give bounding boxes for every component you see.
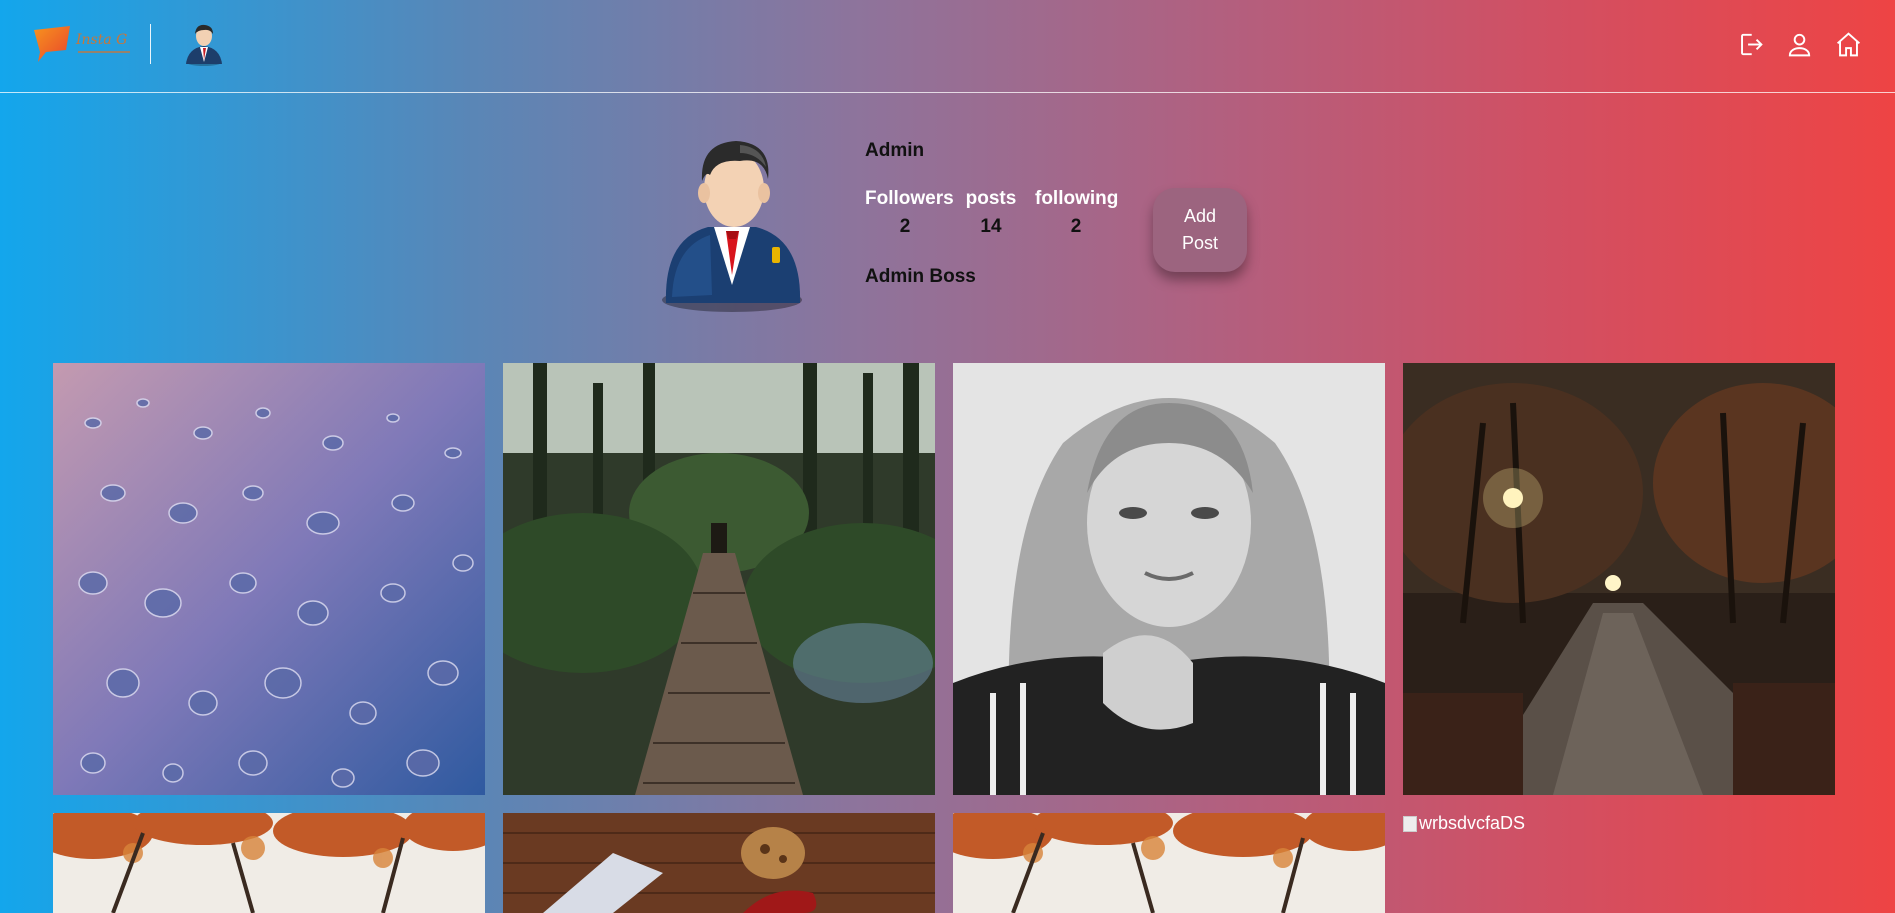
post-thumbnail[interactable] bbox=[953, 813, 1385, 913]
header-divider bbox=[150, 24, 151, 64]
portrait-image bbox=[953, 363, 1385, 795]
top-nav-bar: Insta G bbox=[0, 0, 1895, 93]
post-thumbnail[interactable] bbox=[953, 363, 1385, 795]
logo-underline bbox=[78, 51, 130, 53]
logo-wordmark: Insta G bbox=[76, 32, 128, 48]
following-label: following bbox=[1035, 188, 1119, 209]
profile-avatar bbox=[652, 135, 812, 315]
nav-icons bbox=[1736, 30, 1863, 59]
add-post-label-line1: Add bbox=[1183, 206, 1217, 226]
chat-bubble-logo-icon bbox=[34, 26, 70, 62]
posts-count: 14 bbox=[980, 216, 1002, 237]
profile-username: Admin bbox=[865, 140, 925, 161]
header-avatar[interactable] bbox=[180, 20, 226, 66]
logout-icon[interactable] bbox=[1736, 30, 1765, 59]
post-thumbnail[interactable] bbox=[53, 363, 485, 795]
post-thumbnail[interactable] bbox=[53, 813, 485, 913]
broken-post-image[interactable]: wrbsdvcfaDS bbox=[1403, 813, 1525, 834]
following-count: 2 bbox=[1070, 216, 1082, 237]
followers-label: Followers bbox=[865, 188, 954, 209]
app-logo[interactable]: Insta G bbox=[32, 24, 132, 64]
night-street-image bbox=[1403, 363, 1835, 795]
add-post-button[interactable]: Add Post bbox=[1153, 188, 1247, 272]
post-thumbnail[interactable] bbox=[1403, 363, 1835, 795]
followers-count: 2 bbox=[899, 216, 911, 237]
followers-stat[interactable]: Followers 2 bbox=[865, 188, 954, 238]
broken-image-icon bbox=[1403, 815, 1417, 832]
cookies-table-image bbox=[503, 813, 935, 913]
following-stat[interactable]: following 2 bbox=[1035, 188, 1119, 238]
water-droplets-image bbox=[53, 363, 485, 795]
home-icon[interactable] bbox=[1834, 30, 1863, 59]
user-icon[interactable] bbox=[1785, 30, 1814, 59]
forest-bridge-image bbox=[503, 363, 935, 795]
add-post-label-line2: Post bbox=[1181, 233, 1219, 253]
posts-label: posts bbox=[965, 188, 1017, 209]
post-thumbnail[interactable] bbox=[503, 363, 935, 795]
post-thumbnail[interactable] bbox=[503, 813, 935, 913]
autumn-trees-image bbox=[53, 813, 485, 913]
posts-stat: posts 14 bbox=[964, 188, 1018, 238]
autumn-trees-image bbox=[953, 813, 1385, 913]
broken-image-alt-text: wrbsdvcfaDS bbox=[1419, 813, 1526, 833]
profile-bio: Admin Boss bbox=[865, 266, 976, 287]
